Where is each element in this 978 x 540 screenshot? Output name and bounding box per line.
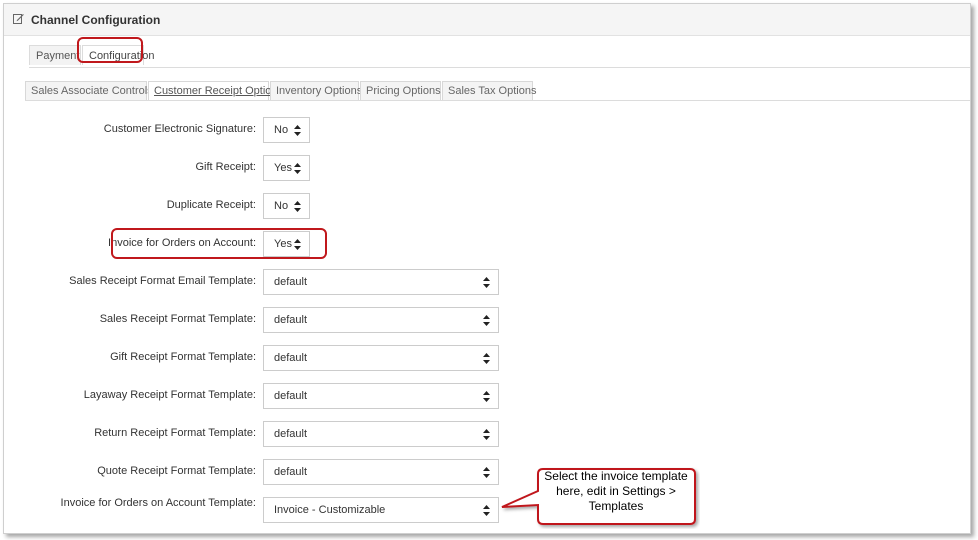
sort-caret-icon: [483, 315, 490, 326]
select-value: default: [274, 352, 308, 364]
top-tabs: Payment Configuration: [29, 41, 970, 68]
sales-receipt-email-template-select[interactable]: default: [263, 269, 499, 295]
select-value: No: [274, 200, 289, 212]
field-label: Layaway Receipt Format Template:: [83, 389, 256, 401]
sort-caret-icon: [483, 353, 490, 364]
tab-sales-tax-options[interactable]: Sales Tax Options: [442, 81, 536, 100]
gift-receipt-select[interactable]: Yes: [263, 155, 310, 181]
field-row: Sales Receipt Format Email Template: def…: [0, 269, 966, 295]
sort-caret-icon: [483, 391, 490, 402]
panel-title: Channel Configuration: [31, 13, 161, 27]
select-value: default: [274, 314, 308, 326]
invoice-orders-highlight: [111, 228, 327, 259]
duplicate-receipt-select[interactable]: No: [263, 193, 310, 219]
select-value: No: [274, 124, 289, 136]
field-row: Quote Receipt Format Template: default: [0, 459, 966, 485]
field-row: Gift Receipt: Yes: [0, 155, 966, 181]
tab-inventory-options[interactable]: Inventory Options: [270, 81, 362, 100]
return-receipt-template-select[interactable]: default: [263, 421, 499, 447]
sort-caret-icon: [294, 201, 301, 212]
sort-caret-icon: [294, 125, 301, 136]
select-value: default: [274, 466, 308, 478]
field-label: Sales Receipt Format Template:: [99, 313, 256, 325]
tab-sales-associate-controls[interactable]: Sales Associate Controls: [25, 81, 153, 100]
field-label: Invoice for Orders on Account Template:: [60, 497, 256, 509]
field-row: Layaway Receipt Format Template: default: [0, 383, 966, 409]
configuration-tab-highlight: [77, 37, 143, 63]
select-value: Yes: [274, 162, 292, 174]
tab-customer-receipt-options[interactable]: Customer Receipt Options: [148, 81, 283, 100]
field-label: Sales Receipt Format Email Template:: [69, 275, 256, 287]
field-row: Duplicate Receipt: No: [0, 193, 966, 219]
panel-header: Channel Configuration: [4, 4, 970, 36]
invoice-orders-template-select[interactable]: Invoice - Customizable: [263, 497, 499, 523]
callout-annotation: Select the invoice template here, edit i…: [495, 467, 700, 529]
field-row: Sales Receipt Format Template: default: [0, 307, 966, 333]
sort-caret-icon: [483, 505, 490, 516]
field-row: Customer Electronic Signature: No: [0, 117, 966, 143]
sort-caret-icon: [483, 277, 490, 288]
edit-icon: [13, 14, 24, 24]
field-row: Gift Receipt Format Template: default: [0, 345, 966, 371]
tab-pricing-options[interactable]: Pricing Options: [360, 81, 441, 100]
sort-caret-icon: [483, 429, 490, 440]
select-value: default: [274, 276, 308, 288]
field-label: Gift Receipt:: [195, 161, 256, 173]
field-row: Return Receipt Format Template: default: [0, 421, 966, 447]
field-label: Gift Receipt Format Template:: [110, 351, 256, 363]
sub-tabs: Sales Associate Controls Customer Receip…: [25, 78, 970, 101]
sales-receipt-template-select[interactable]: default: [263, 307, 499, 333]
field-row: Invoice for Orders on Account Template: …: [0, 497, 966, 523]
gift-receipt-template-select[interactable]: default: [263, 345, 499, 371]
field-label: Return Receipt Format Template:: [94, 427, 256, 439]
tab-payment[interactable]: Payment: [29, 45, 81, 65]
layaway-receipt-template-select[interactable]: default: [263, 383, 499, 409]
field-label: Duplicate Receipt:: [166, 199, 256, 211]
field-label: Quote Receipt Format Template:: [97, 465, 256, 477]
sort-caret-icon: [294, 163, 301, 174]
select-value: default: [274, 428, 308, 440]
select-value: default: [274, 390, 308, 402]
callout-text: Select the invoice template here, edit i…: [544, 469, 688, 513]
quote-receipt-template-select[interactable]: default: [263, 459, 499, 485]
customer-electronic-signature-select[interactable]: No: [263, 117, 310, 143]
sort-caret-icon: [483, 467, 490, 478]
select-value: Invoice - Customizable: [274, 504, 386, 516]
field-label: Customer Electronic Signature:: [103, 123, 256, 135]
